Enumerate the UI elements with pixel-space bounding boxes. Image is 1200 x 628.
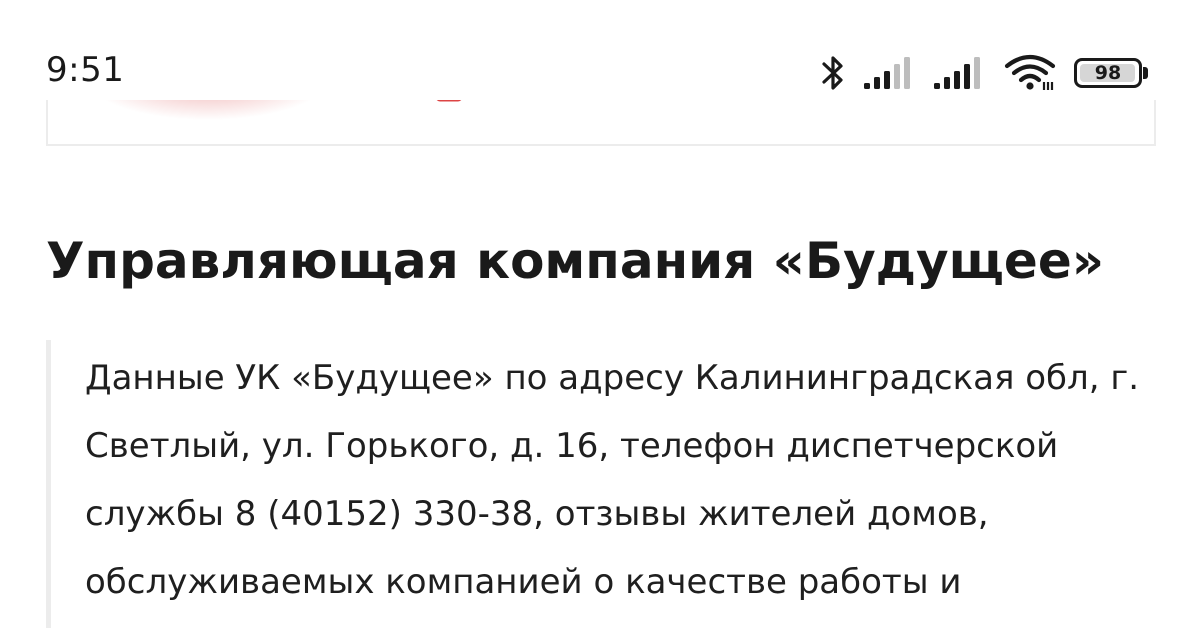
signal-icon: [934, 57, 980, 89]
quote-block: Данные УК «Будущее» по адресу Калинингра…: [46, 340, 1166, 628]
signal-icon: [864, 57, 910, 89]
battery-cap: [1143, 67, 1148, 79]
page: carson24.ru 9:51: [0, 0, 1200, 628]
status-icons: 98: [820, 50, 1148, 96]
status-bar: 9:51 98: [0, 0, 1200, 120]
battery-body: 98: [1074, 58, 1142, 88]
battery-icon: 98: [1074, 58, 1148, 88]
quote-text: Данные УК «Будущее» по адресу Калинингра…: [85, 358, 1139, 602]
status-time: 9:51: [46, 50, 125, 90]
bluetooth-icon: [822, 56, 843, 90]
battery-level: 98: [1094, 62, 1122, 84]
page-title: Управляющая компания «Будущее»: [46, 232, 1105, 290]
wifi-icon: [1004, 54, 1056, 90]
